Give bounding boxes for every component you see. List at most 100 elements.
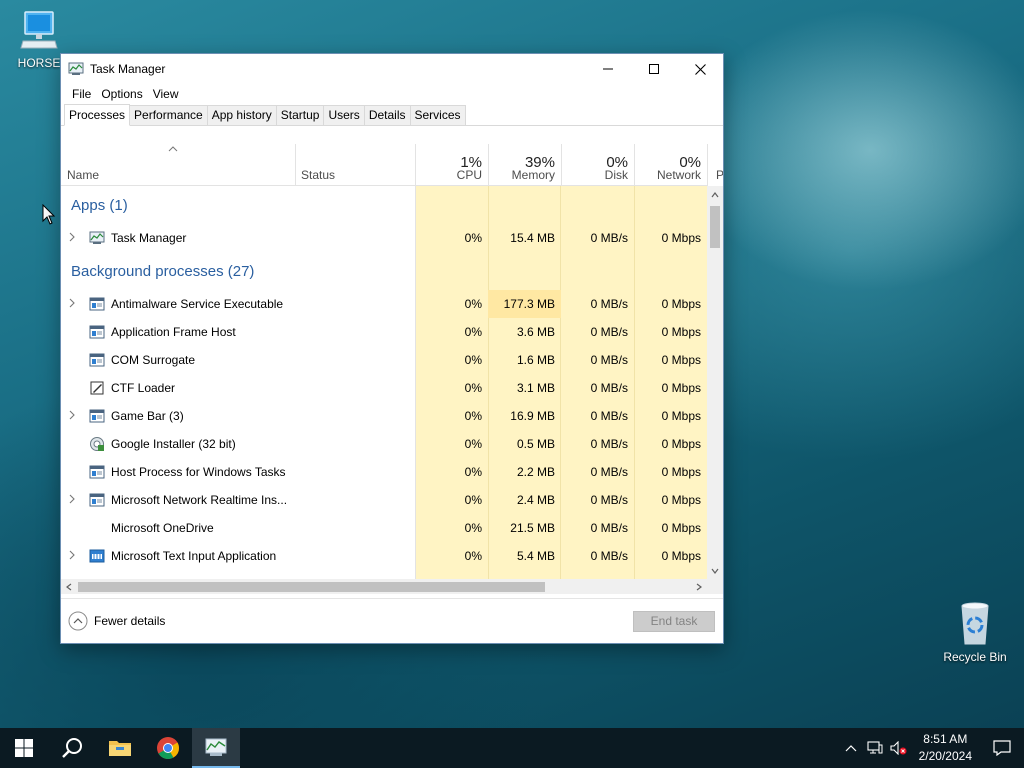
horizontal-scrollbar[interactable] bbox=[61, 579, 707, 594]
process-cpu: 0% bbox=[464, 521, 482, 535]
group-header-background[interactable]: Background processes (27) bbox=[71, 263, 254, 280]
process-disk: 0 MB/s bbox=[590, 325, 628, 339]
menu-bar: File Options View bbox=[61, 84, 723, 104]
desktop-icon-label: HORSE bbox=[17, 56, 61, 70]
desktop-icon-recycle-bin[interactable]: Recycle Bin bbox=[940, 600, 1010, 664]
process-network: 0 Mbps bbox=[661, 353, 701, 367]
tab-strip: Processes Performance App history Startu… bbox=[61, 104, 723, 126]
network-tray-button[interactable] bbox=[863, 728, 887, 768]
table-row[interactable]: CTF Loader 0% 3.1 MB 0 MB/s 0 Mbps bbox=[61, 374, 707, 402]
menu-options[interactable]: Options bbox=[96, 87, 147, 101]
taskbar: 8:51 AM 2/20/2024 bbox=[0, 728, 1024, 768]
table-row[interactable]: Microsoft Text Input Application 0% 5.4 … bbox=[61, 542, 707, 570]
table-row[interactable]: Antimalware Service Executable 0% 177.3 … bbox=[61, 290, 707, 318]
group-header-apps[interactable]: Apps (1) bbox=[71, 197, 128, 214]
column-name[interactable]: Name bbox=[61, 144, 295, 186]
task-manager-icon bbox=[205, 738, 227, 756]
volume-muted-icon bbox=[890, 741, 907, 755]
table-row[interactable]: Task Manager 0% 15.4 MB 0 MB/s 0 Mbps bbox=[61, 224, 707, 252]
horizontal-scroll-thumb[interactable] bbox=[78, 582, 545, 592]
taskbar-task-manager[interactable] bbox=[192, 728, 240, 768]
minimize-icon bbox=[603, 68, 613, 70]
process-disk: 0 MB/s bbox=[590, 409, 628, 423]
process-disk: 0 MB/s bbox=[590, 381, 628, 395]
process-disk: 0 MB/s bbox=[590, 493, 628, 507]
table-row[interactable]: Host Process for Windows Tasks 0% 2.2 MB… bbox=[61, 458, 707, 486]
process-memory: 3.6 MB bbox=[516, 325, 555, 339]
table-row[interactable]: Google Installer (32 bit) 0% 0.5 MB 0 MB… bbox=[61, 430, 707, 458]
process-name: Host Process for Windows Tasks bbox=[111, 465, 286, 479]
show-hidden-icons-button[interactable] bbox=[839, 728, 863, 768]
taskbar-clock[interactable]: 8:51 AM 2/20/2024 bbox=[911, 731, 980, 765]
window-process-icon bbox=[89, 297, 105, 311]
tab-processes[interactable]: Processes bbox=[64, 104, 131, 126]
scroll-left-icon[interactable] bbox=[66, 583, 72, 591]
title-bar[interactable]: Task Manager bbox=[61, 54, 723, 84]
task-manager-icon bbox=[89, 231, 105, 244]
chevron-right-icon[interactable] bbox=[68, 298, 76, 308]
process-cpu: 0% bbox=[464, 381, 482, 395]
fewer-details-button[interactable]: Fewer details bbox=[68, 611, 165, 631]
column-power[interactable]: P bbox=[707, 144, 723, 186]
computer-icon bbox=[20, 11, 58, 49]
table-row[interactable]: Microsoft OneDrive 0% 21.5 MB 0 MB/s 0 M… bbox=[61, 514, 707, 542]
maximize-button[interactable] bbox=[631, 54, 677, 84]
menu-file[interactable]: File bbox=[67, 87, 96, 101]
volume-tray-button[interactable] bbox=[887, 728, 911, 768]
table-row[interactable]: Game Bar (3) 0% 16.9 MB 0 MB/s 0 Mbps bbox=[61, 402, 707, 430]
process-cpu: 0% bbox=[464, 353, 482, 367]
chevron-right-icon[interactable] bbox=[68, 494, 76, 504]
maximize-icon bbox=[649, 64, 659, 74]
chevron-right-icon[interactable] bbox=[68, 550, 76, 560]
process-memory: 5.4 MB bbox=[516, 549, 555, 563]
window-footer: Fewer details End task bbox=[61, 598, 723, 644]
tab-users[interactable]: Users bbox=[323, 105, 365, 125]
end-task-button[interactable]: End task bbox=[633, 611, 715, 632]
process-name: Game Bar (3) bbox=[111, 409, 184, 423]
menu-view[interactable]: View bbox=[148, 87, 184, 101]
chevron-right-icon[interactable] bbox=[68, 232, 76, 242]
process-name: Antimalware Service Executable bbox=[111, 297, 284, 311]
column-network[interactable]: 0% Network bbox=[634, 144, 707, 186]
installer-icon bbox=[90, 437, 104, 451]
scroll-right-icon[interactable] bbox=[696, 583, 702, 591]
recycle-bin-icon bbox=[961, 602, 989, 645]
process-memory: 1.6 MB bbox=[516, 353, 555, 367]
tab-app-history[interactable]: App history bbox=[206, 105, 277, 125]
taskbar-file-explorer[interactable] bbox=[96, 728, 144, 768]
column-memory[interactable]: 39% Memory bbox=[488, 144, 561, 186]
desktop-icon-label: Recycle Bin bbox=[943, 650, 1007, 664]
scroll-down-icon[interactable] bbox=[711, 568, 719, 574]
chevron-right-icon[interactable] bbox=[68, 410, 76, 420]
process-cpu: 0% bbox=[464, 297, 482, 311]
process-cpu: 0% bbox=[464, 231, 482, 245]
scroll-up-icon[interactable] bbox=[711, 192, 719, 198]
notification-icon bbox=[993, 740, 1011, 756]
vertical-scroll-thumb[interactable] bbox=[710, 206, 720, 248]
tab-performance[interactable]: Performance bbox=[129, 105, 208, 125]
table-row[interactable]: Application Frame Host 0% 3.6 MB 0 MB/s … bbox=[61, 318, 707, 346]
process-memory: 15.4 MB bbox=[510, 231, 555, 245]
taskbar-chrome[interactable] bbox=[144, 728, 192, 768]
tab-services[interactable]: Services bbox=[409, 105, 466, 125]
column-disk[interactable]: 0% Disk bbox=[561, 144, 634, 186]
table-row[interactable]: Microsoft Network Realtime Ins... 0% 2.4… bbox=[61, 486, 707, 514]
column-cpu[interactable]: 1% CPU bbox=[415, 144, 488, 186]
minimize-button[interactable] bbox=[585, 54, 631, 84]
task-manager-window: Task Manager File Options View Processes… bbox=[60, 53, 724, 644]
process-name: CTF Loader bbox=[111, 381, 176, 395]
process-network: 0 Mbps bbox=[661, 381, 701, 395]
column-status[interactable]: Status bbox=[295, 144, 415, 186]
process-cpu: 0% bbox=[464, 409, 482, 423]
process-cpu: 0% bbox=[464, 325, 482, 339]
action-center-button[interactable] bbox=[980, 728, 1024, 768]
table-row[interactable]: COM Surrogate 0% 1.6 MB 0 MB/s 0 Mbps bbox=[61, 346, 707, 374]
search-button[interactable] bbox=[48, 728, 96, 768]
vertical-scrollbar[interactable] bbox=[707, 186, 723, 579]
windows-logo-icon bbox=[15, 739, 33, 757]
tab-startup[interactable]: Startup bbox=[275, 105, 325, 125]
tab-details[interactable]: Details bbox=[363, 105, 411, 125]
start-button[interactable] bbox=[0, 728, 48, 768]
window-process-icon bbox=[89, 325, 105, 339]
close-button[interactable] bbox=[677, 54, 723, 84]
